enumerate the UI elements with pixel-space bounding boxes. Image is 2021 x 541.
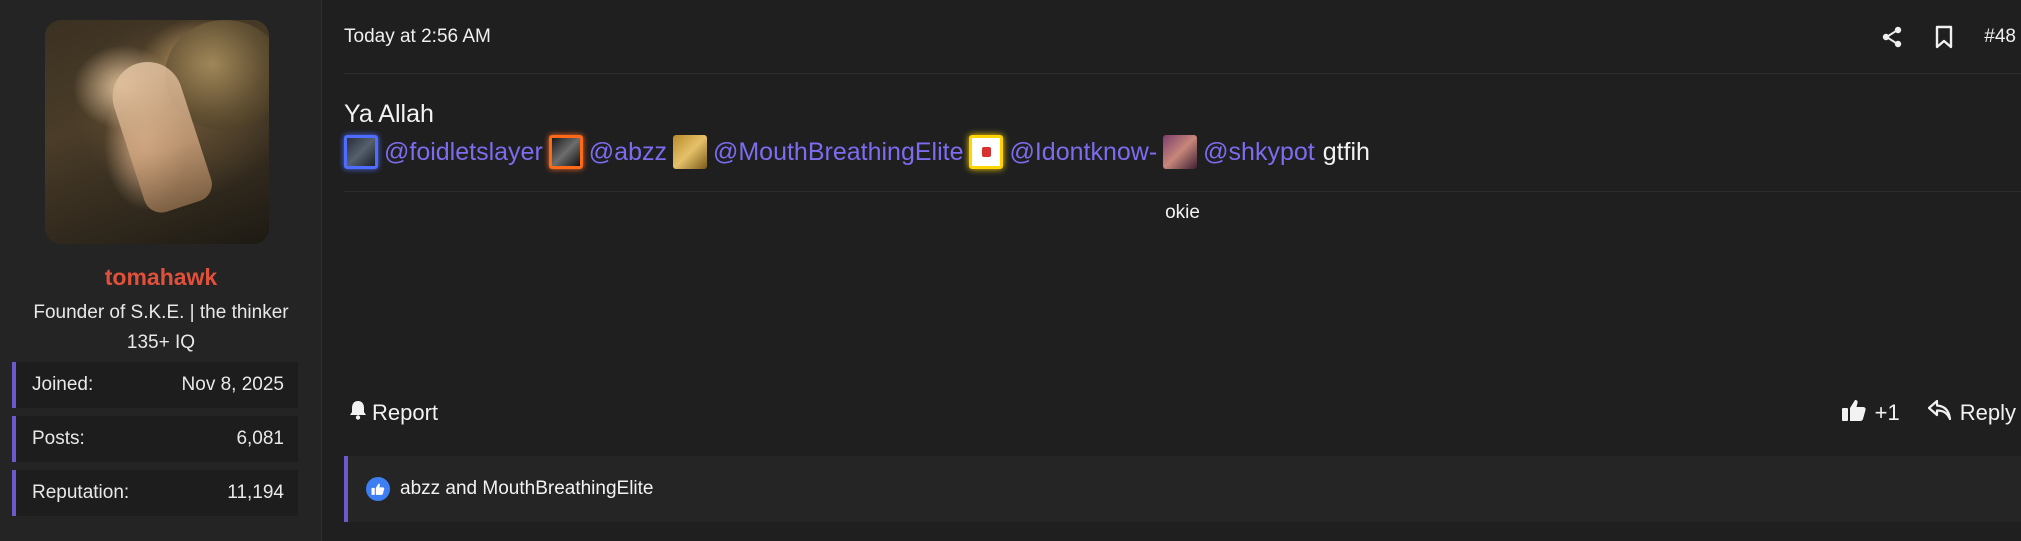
post-header-actions: #48 — [1880, 22, 2016, 52]
mention-avatar — [344, 135, 378, 169]
reply-button[interactable]: Reply — [1927, 399, 2016, 427]
report-label[interactable]: Report — [372, 400, 438, 426]
mention-handle[interactable]: @Idontknow- — [1009, 138, 1157, 167]
username[interactable]: tomahawk — [0, 264, 322, 291]
like-badge-icon — [366, 477, 390, 501]
post-footer-actions: +1 Reply — [1841, 398, 2016, 428]
post-quote-text: okie — [1165, 202, 1200, 223]
body-divider — [344, 191, 2021, 192]
reply-icon — [1927, 399, 1952, 427]
mentions-line: @foidletslayer @abzz @MouthBreathingElit… — [344, 134, 1370, 170]
user-title: Founder of S.K.E. | the thinker 135+ IQ — [0, 298, 322, 358]
mention-abzz[interactable]: @abzz — [548, 135, 667, 169]
stat-label: Reputation: — [32, 482, 130, 503]
report-button[interactable]: Report — [348, 398, 438, 428]
mention-handle[interactable]: @abzz — [589, 138, 667, 167]
stat-value: Nov 8, 2025 — [181, 374, 284, 395]
header-divider — [344, 73, 2021, 74]
like-button[interactable]: +1 — [1841, 398, 1900, 428]
post-number[interactable]: #48 — [1984, 26, 2016, 48]
stat-joined: Joined: Nov 8, 2025 — [12, 362, 298, 408]
like-count[interactable]: +1 — [1875, 400, 1900, 426]
user-title-line1: Founder of S.K.E. | the thinker — [33, 302, 289, 323]
mention-handle[interactable]: @MouthBreathingElite — [713, 138, 964, 167]
bookmark-icon[interactable] — [1934, 25, 1954, 49]
thumbs-up-icon — [1841, 398, 1867, 428]
reactions-text[interactable]: abzz and MouthBreathingElite — [400, 478, 654, 500]
mention-mouthbreathingelite[interactable]: @MouthBreathingElite — [672, 135, 964, 169]
mention-handle[interactable]: @shkypot — [1203, 138, 1315, 167]
mention-avatar — [1163, 135, 1198, 169]
mention-avatar — [672, 135, 707, 169]
share-icon[interactable] — [1880, 25, 1904, 49]
mention-avatar — [969, 135, 1004, 169]
stat-value: 6,081 — [236, 428, 284, 449]
forum-post: tomahawk Founder of S.K.E. | the thinker… — [0, 0, 2021, 541]
stat-posts: Posts: 6,081 — [12, 416, 298, 462]
reply-label[interactable]: Reply — [1960, 400, 2016, 426]
stat-reputation: Reputation: 11,194 — [12, 470, 298, 516]
post-timestamp[interactable]: Today at 2:56 AM — [344, 26, 491, 48]
user-title-line2: 135+ IQ — [126, 332, 196, 353]
post-main: Today at 2:56 AM #48 Ya Allah @foidletsl… — [322, 0, 2021, 541]
post-text-line: Ya Allah — [344, 100, 434, 128]
stat-value: 11,194 — [227, 482, 284, 503]
mention-idontknow[interactable]: @Idontknow- — [969, 135, 1157, 169]
mention-avatar — [548, 135, 583, 169]
mention-shkypot[interactable]: @shkypot — [1163, 135, 1315, 169]
stat-label: Joined: — [32, 374, 94, 395]
post-trailing-text: gtfih — [1322, 137, 1370, 166]
reactions-bar[interactable]: abzz and MouthBreathingElite — [344, 456, 2021, 522]
avatar[interactable] — [45, 20, 269, 244]
bell-icon — [348, 399, 368, 427]
stat-label: Posts: — [32, 428, 85, 449]
user-sidebar: tomahawk Founder of S.K.E. | the thinker… — [0, 0, 322, 541]
mention-handle[interactable]: @foidletslayer — [384, 138, 543, 167]
mention-foidletslayer[interactable]: @foidletslayer — [344, 135, 543, 169]
